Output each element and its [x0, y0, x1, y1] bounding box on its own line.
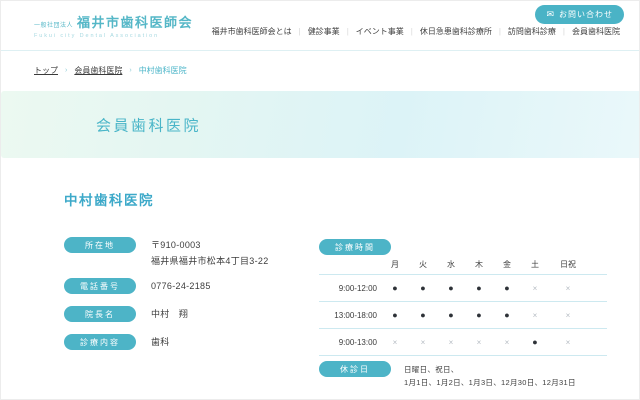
hero-banner: 会員歯科医院: [1, 91, 640, 158]
hours-table: 月 火 水 木 金 土 日祝 9:00-12:00 ● ● ● ● ● × × …: [319, 255, 607, 356]
address-label-pill: 所在地: [64, 237, 136, 253]
hours-mark: ×: [521, 284, 549, 293]
day-header-sat: 土: [521, 259, 549, 270]
brand-name-en: Fukui city Dental Association: [34, 33, 193, 39]
nav-item-events[interactable]: イベント事業: [349, 26, 411, 37]
site-logo[interactable]: 一般社団法人 福井市歯科医師会 Fukui city Dental Associ…: [34, 12, 193, 39]
time-slot: 9:00-12:00: [319, 284, 381, 293]
breadcrumb: トップ › 会員歯科医院 › 中村歯科医院: [34, 65, 187, 76]
day-header-tue: 火: [409, 259, 437, 270]
day-header-sun-holiday: 日祝: [549, 259, 587, 270]
breadcrumb-separator-icon: ›: [129, 67, 131, 74]
hours-mark: ●: [521, 337, 549, 347]
hours-mark: ●: [493, 310, 521, 320]
day-header-wed: 水: [437, 259, 465, 270]
hours-mark: ●: [381, 310, 409, 320]
hours-mark: ×: [493, 338, 521, 347]
breadcrumb-current: 中村歯科医院: [139, 65, 187, 76]
director-value: 中村 翔: [151, 306, 188, 322]
hours-mark: ×: [549, 311, 587, 320]
phone-label-pill: 電話番号: [64, 278, 136, 294]
brand-name: 福井市歯科医師会: [77, 12, 193, 31]
hours-mark: ●: [437, 310, 465, 320]
hours-label-pill: 診療時間: [319, 239, 391, 255]
nav-item-visiting-care[interactable]: 訪問歯科診療: [501, 26, 563, 37]
field-director: 院長名 中村 翔: [64, 306, 188, 322]
closed-days-value: 日曜日、祝日、 1月1日、1月2日、1月3日、12月30日、12月31日: [404, 361, 576, 389]
day-header-thu: 木: [465, 259, 493, 270]
hours-header-row: 月 火 水 木 金 土 日祝: [319, 255, 607, 275]
contact-button[interactable]: ✉ お問い合わせ: [535, 5, 624, 24]
hours-mark: ×: [381, 338, 409, 347]
phone-value: 0776-24-2185: [151, 278, 211, 294]
hours-mark: ×: [465, 338, 493, 347]
day-header-mon: 月: [381, 259, 409, 270]
hours-mark: ●: [493, 283, 521, 293]
hours-mark: ●: [409, 310, 437, 320]
clinic-name: 中村歯科医院: [64, 189, 154, 209]
field-address: 所在地 〒910-0003 福井県福井市松本4丁目3-22: [64, 237, 269, 269]
hours-mark: ●: [465, 283, 493, 293]
postal-code: 〒910-0003: [151, 237, 269, 253]
hours-mark: ×: [549, 338, 587, 347]
closed-days-label-pill: 休診日: [319, 361, 391, 377]
time-slot: 13:00-18:00: [319, 311, 381, 320]
hours-row-afternoon: 13:00-18:00 ● ● ● ● ● × ×: [319, 302, 607, 329]
time-slot: 9:00-13:00: [319, 338, 381, 347]
services-value: 歯科: [151, 334, 170, 350]
street-address: 福井県福井市松本4丁目3-22: [151, 253, 269, 269]
nav-item-checkup[interactable]: 健診事業: [301, 26, 347, 37]
closed-days-line: 1月1日、1月2日、1月3日、12月30日、12月31日: [404, 376, 576, 389]
hours-mark: ×: [437, 338, 465, 347]
hours-mark: ●: [465, 310, 493, 320]
contact-button-label: お問い合わせ: [559, 9, 613, 20]
breadcrumb-home[interactable]: トップ: [34, 65, 58, 76]
field-phone: 電話番号 0776-24-2185: [64, 278, 211, 294]
breadcrumb-member-clinics[interactable]: 会員歯科医院: [74, 65, 122, 76]
hours-mark: ●: [409, 283, 437, 293]
page: 一般社団法人 福井市歯科医師会 Fukui city Dental Associ…: [0, 0, 640, 400]
day-header-fri: 金: [493, 259, 521, 270]
hours-row-saturday: 9:00-13:00 × × × × × ● ×: [319, 329, 607, 356]
closed-days-section: 休診日 日曜日、祝日、 1月1日、1月2日、1月3日、12月30日、12月31日: [319, 361, 576, 389]
mail-icon: ✉: [546, 10, 555, 19]
closed-days-line: 日曜日、祝日、: [404, 363, 576, 376]
main-nav: 福井市歯科医師会とは | 健診事業 | イベント事業 | 休日急患歯科診療所 |…: [205, 26, 627, 37]
hours-row-morning: 9:00-12:00 ● ● ● ● ● × ×: [319, 275, 607, 302]
hours-mark: ×: [409, 338, 437, 347]
nav-item-member-clinics[interactable]: 会員歯科医院: [565, 26, 627, 37]
address-value: 〒910-0003 福井県福井市松本4丁目3-22: [151, 237, 269, 269]
services-label-pill: 診療内容: [64, 334, 136, 350]
hours-mark: ×: [549, 284, 587, 293]
nav-item-about[interactable]: 福井市歯科医師会とは: [205, 26, 299, 37]
field-services: 診療内容 歯科: [64, 334, 170, 350]
nav-item-emergency-clinic[interactable]: 休日急患歯科診療所: [413, 26, 499, 37]
director-label-pill: 院長名: [64, 306, 136, 322]
hours-mark: ●: [381, 283, 409, 293]
site-header: 一般社団法人 福井市歯科医師会 Fukui city Dental Associ…: [1, 1, 639, 51]
hours-mark: ×: [521, 311, 549, 320]
page-title: 会員歯科医院: [96, 114, 201, 135]
breadcrumb-separator-icon: ›: [65, 67, 67, 74]
corp-type-label: 一般社団法人: [34, 20, 73, 31]
hours-mark: ●: [437, 283, 465, 293]
